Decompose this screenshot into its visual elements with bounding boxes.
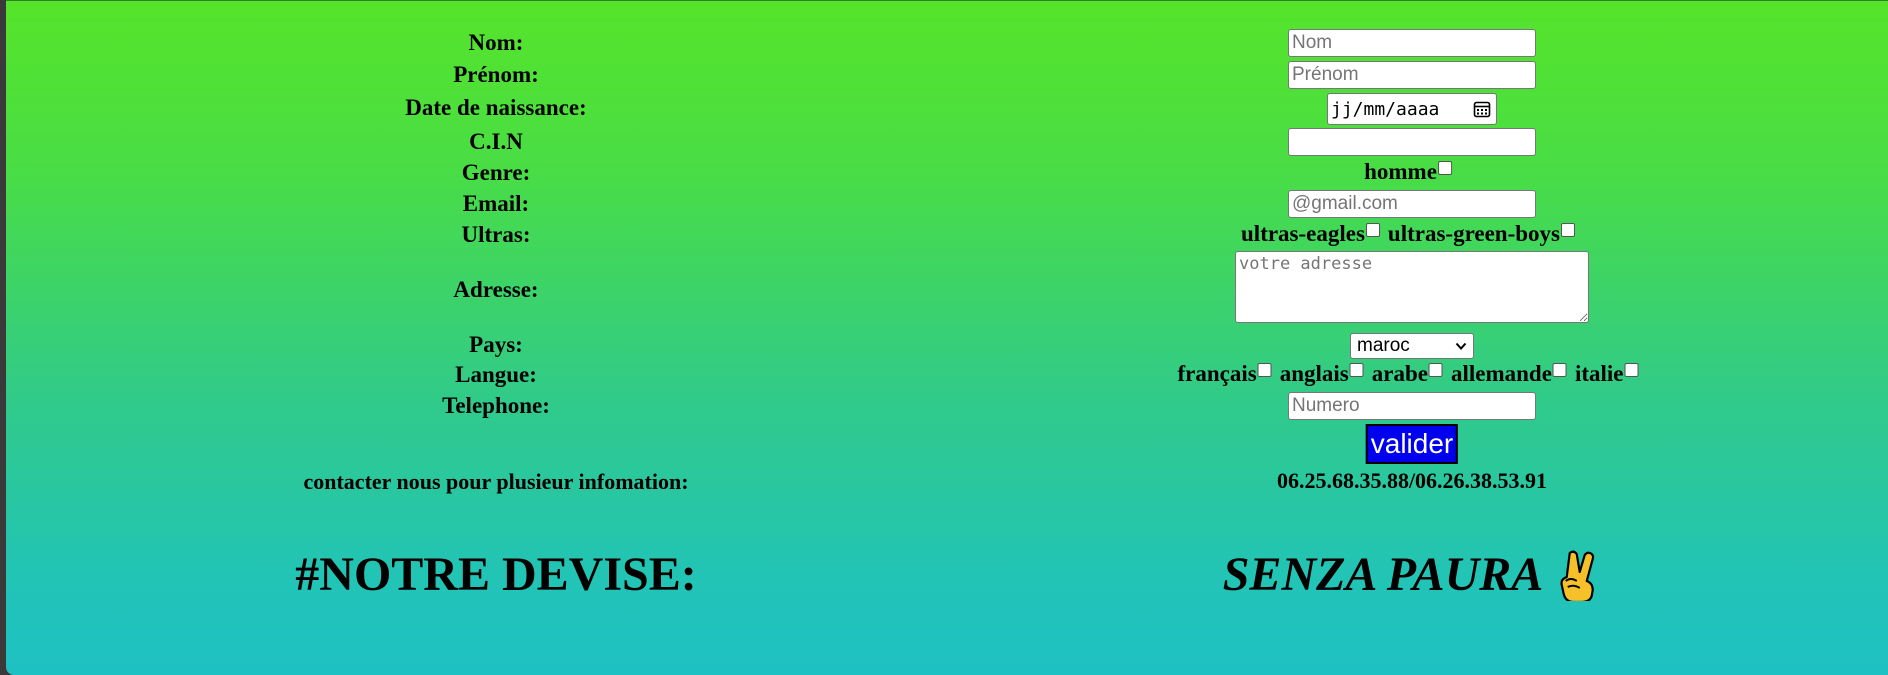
form-page: Nom: Prénom: Date de naissance: jj/mm/aa… <box>6 0 1888 675</box>
ultras-green-boys-label: ultras-green-boys <box>1387 221 1560 246</box>
langue-options: français anglais arabe allemande italie <box>1178 361 1647 387</box>
ultras-eagles-label: ultras-eagles <box>1241 221 1365 246</box>
anglais-checkbox[interactable] <box>1349 363 1364 377</box>
nom-label: Nom: <box>468 30 524 55</box>
homme-checkbox[interactable] <box>1437 161 1452 175</box>
contact-phones: 06.25.68.35.88/06.26.38.53.91 <box>1276 468 1548 493</box>
motto-text: SENZA PAURA <box>1222 548 1544 601</box>
date-display: jj/mm/aaaa <box>1331 98 1440 120</box>
victory-hand-icon <box>1559 550 1594 601</box>
motto-row: SENZA PAURA <box>1223 547 1602 602</box>
langue-arabe-label: arabe <box>1371 361 1428 386</box>
calendar-icon[interactable] <box>1473 100 1491 118</box>
langue-francais-label: français <box>1177 361 1257 386</box>
cin-label: C.I.N <box>469 129 523 154</box>
ultras-label: Ultras: <box>461 222 531 247</box>
genre-label: Genre: <box>461 160 531 185</box>
genre-option-homme-label: homme <box>1364 159 1437 184</box>
langue-allemande-label: allemande <box>1450 361 1552 386</box>
francais-checkbox[interactable] <box>1257 363 1272 377</box>
adresse-textarea[interactable] <box>1235 251 1589 323</box>
telephone-input[interactable] <box>1288 392 1536 420</box>
italie-checkbox[interactable] <box>1624 363 1639 377</box>
langue-label: Langue: <box>455 362 537 387</box>
devise-heading: #NOTRE DEVISE: <box>295 548 697 601</box>
prenom-input[interactable] <box>1288 61 1536 89</box>
telephone-label: Telephone: <box>442 393 550 418</box>
nom-input[interactable] <box>1288 29 1536 57</box>
pays-select[interactable]: maroc <box>1350 333 1474 359</box>
pays-label: Pays: <box>469 332 523 357</box>
langue-italie-label: italie <box>1574 361 1624 386</box>
arabe-checkbox[interactable] <box>1428 363 1443 377</box>
cin-input[interactable] <box>1288 128 1536 156</box>
prenom-label: Prénom: <box>453 62 539 87</box>
naissance-label: Date de naissance: <box>405 95 587 120</box>
valider-button[interactable]: valider <box>1365 424 1459 464</box>
ultras-options: ultras-eagles ultras-green-boys <box>1241 221 1583 247</box>
contact-label: contacter nous pour plusieur infomation: <box>303 469 689 494</box>
genre-options: homme <box>1364 159 1460 185</box>
pays-selected-value: maroc <box>1357 335 1410 356</box>
adresse-label: Adresse: <box>453 277 539 302</box>
email-label: Email: <box>462 191 530 216</box>
chevron-down-icon <box>1455 342 1467 350</box>
langue-anglais-label: anglais <box>1279 361 1349 386</box>
allemande-checkbox[interactable] <box>1552 363 1567 377</box>
email-input[interactable] <box>1288 190 1536 218</box>
ultras-eagles-checkbox[interactable] <box>1365 223 1380 237</box>
ultras-green-boys-checkbox[interactable] <box>1560 223 1575 237</box>
date-naissance-input[interactable]: jj/mm/aaaa <box>1327 93 1497 125</box>
